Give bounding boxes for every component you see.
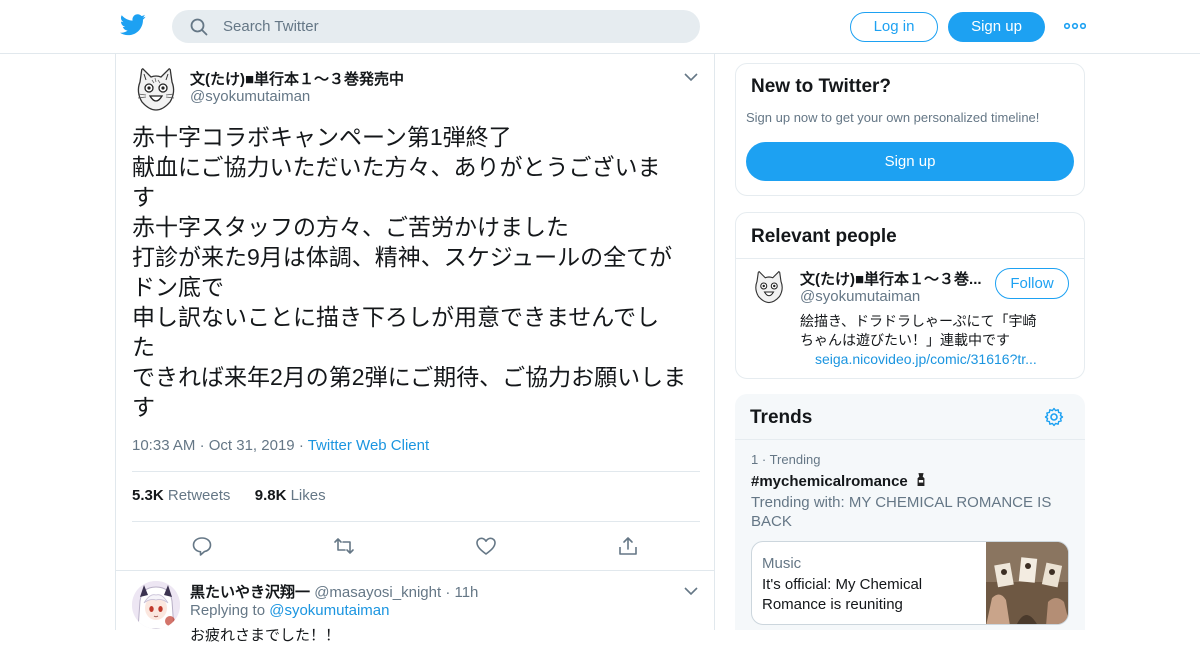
chevron-down-icon[interactable] xyxy=(684,72,698,82)
twitter-bird-logo-icon[interactable] xyxy=(120,14,146,36)
reply-header: 黒たいやき沢翔一 @masayosi_knight · 11h xyxy=(190,581,478,602)
news-category: Music xyxy=(762,555,802,572)
news-thumbnail-photo xyxy=(986,542,1068,624)
reply-avatar[interactable] xyxy=(132,581,180,629)
card-title: Relevant people xyxy=(751,226,897,247)
tweet-author-name[interactable]: 文(たけ)■単行本１～３巻発売中 xyxy=(190,68,404,89)
news-headline: It's official: My Chemical Romance is re… xyxy=(762,575,922,615)
divider xyxy=(132,521,700,522)
tweet-text-line: できれば来年2月の第2弾にご期待、ご協力お願いしま xyxy=(132,364,687,390)
meta-separator: · xyxy=(298,437,304,454)
headline-line: Romance is reuniting xyxy=(762,596,903,613)
trend-rank: 1 · Trending xyxy=(751,452,820,467)
tweet-text: 赤十字コラボキャンペーン第1弾終了 献血にご協力いただいた方々、ありがとうござい… xyxy=(132,122,702,422)
reply-icon[interactable] xyxy=(191,535,213,557)
tweet-time[interactable]: 10:33 AM xyxy=(132,437,195,454)
divider xyxy=(736,258,1084,259)
follow-button[interactable]: Follow xyxy=(995,268,1069,299)
trend-hashtag[interactable]: #mychemicalromance xyxy=(751,473,908,490)
retweet-label: Retweets xyxy=(167,487,231,504)
trending-with: Trending with: MY CHEMICAL ROMANCE IS BA… xyxy=(751,493,1051,531)
divider xyxy=(116,570,714,571)
tweet-text-line: 献血にご協力いただいた方々、ありがとうございま xyxy=(132,154,661,180)
hashtag-emoji-icon xyxy=(917,473,925,486)
cat-avatar-icon xyxy=(137,66,175,111)
tweet-column: 文(たけ)■単行本１～３巻発売中 @syokumutaiman 赤十字コラボキャ… xyxy=(115,54,715,644)
more-options-icon[interactable] xyxy=(1064,17,1086,35)
divider xyxy=(735,439,1085,440)
divider xyxy=(132,471,700,472)
like-label: Likes xyxy=(290,487,326,504)
retweet-stat[interactable]: 5.3K Retweets xyxy=(132,487,230,504)
tweet-client-link[interactable]: Twitter Web Client xyxy=(308,437,429,454)
bio-line: 絵描き、ドラドラしゃーぷにて「宇崎 xyxy=(800,313,1037,329)
card-subtitle: Sign up now to get your own personalized… xyxy=(746,110,1040,125)
signup-button[interactable]: Sign up xyxy=(948,12,1045,42)
search-icon xyxy=(190,18,208,36)
meta-separator: · xyxy=(761,452,767,467)
tweet-text-line: 打診が来た9月は体調、精神、スケジュールの全てが xyxy=(132,244,673,270)
search-box[interactable]: Search Twitter xyxy=(172,10,700,43)
trending-with-line: Trending with: MY CHEMICAL ROMANCE IS xyxy=(751,494,1052,511)
person-handle[interactable]: @syokumutaiman xyxy=(800,288,920,305)
like-count: 9.8K xyxy=(254,487,287,504)
replying-to-handle[interactable]: @syokumutaiman xyxy=(269,602,389,619)
anime-avatar-icon xyxy=(132,581,180,629)
reply-text: お疲れさまでした！！ xyxy=(190,627,341,644)
card-title: New to Twitter? xyxy=(751,76,892,97)
reply-author-handle[interactable]: @masayosi_knight xyxy=(314,584,441,601)
trend-rank-number: 1 xyxy=(751,452,759,467)
replying-to-label: Replying to xyxy=(190,602,266,619)
person-name[interactable]: 文(たけ)■単行本１～３巻... xyxy=(800,268,982,289)
tweet-text-line: す xyxy=(132,184,155,210)
card-title: Trends xyxy=(750,407,813,428)
meta-separator: · xyxy=(199,437,205,454)
tweet-text-line: す xyxy=(132,394,155,420)
reply-age[interactable]: 11h xyxy=(454,584,478,601)
sidebar-signup-button[interactable]: Sign up xyxy=(746,142,1074,181)
tweet-author-handle[interactable]: @syokumutaiman xyxy=(190,88,310,105)
like-heart-icon[interactable] xyxy=(475,535,497,557)
tweet-text-line: 赤十字コラボキャンペーン第1弾終了 xyxy=(132,124,512,150)
new-to-twitter-card: New to Twitter? Sign up now to get your … xyxy=(735,63,1085,196)
cat-avatar-icon xyxy=(755,269,783,304)
trends-card: Trends 1 · Trending #mychemicalromance T… xyxy=(735,394,1085,630)
avatar[interactable] xyxy=(751,268,787,304)
person-bio: 絵描き、ドラドラしゃーぷにて「宇崎 ちゃんは遊びたい！」連載中です seiga.… xyxy=(800,312,1037,369)
trend-news-card[interactable]: Music It's official: My Chemical Romance… xyxy=(751,541,1069,625)
share-icon[interactable] xyxy=(617,535,639,557)
headline-line: It's official: My Chemical xyxy=(762,576,923,593)
meta-separator: · xyxy=(445,584,451,601)
top-nav-bar: Search Twitter Log in Sign up xyxy=(0,0,1200,54)
tweet-text-line: た xyxy=(132,334,155,360)
settings-gear-icon[interactable] xyxy=(1044,407,1064,427)
retweet-icon[interactable] xyxy=(333,535,355,557)
tweet-timestamp: 10:33 AM · Oct 31, 2019 · Twitter Web Cl… xyxy=(132,437,429,454)
tweet-text-line: 赤十字スタッフの方々、ご苦労かけました xyxy=(132,214,569,240)
avatar[interactable] xyxy=(132,64,180,112)
replying-to: Replying to @syokumutaiman xyxy=(190,602,390,619)
reply-author-name[interactable]: 黒たいやき沢翔一 xyxy=(190,584,310,601)
tweet-stats: 5.3K Retweets 9.8K Likes xyxy=(132,487,326,504)
retweet-count: 5.3K xyxy=(132,487,164,504)
bio-link[interactable]: seiga.nicovideo.jp/comic/31616?tr... xyxy=(800,350,1037,369)
trend-hashtag-row[interactable]: #mychemicalromance xyxy=(751,472,927,490)
trending-with-line: BACK xyxy=(751,513,792,530)
tweet-text-line: 申し訳ないことに描き下ろしが用意できませんでし xyxy=(132,304,660,330)
like-stat[interactable]: 9.8K Likes xyxy=(255,487,326,504)
bio-line: ちゃんは遊びたい！」連載中です xyxy=(800,332,1010,348)
tweet-text-line: ドン底で xyxy=(132,274,224,300)
tweet-date[interactable]: Oct 31, 2019 xyxy=(209,437,295,454)
trend-rank-label: Trending xyxy=(769,452,821,467)
login-button[interactable]: Log in xyxy=(850,12,938,42)
chevron-down-icon[interactable] xyxy=(684,586,698,596)
search-input[interactable]: Search Twitter xyxy=(223,18,319,35)
relevant-people-card: Relevant people 文(たけ)■単行本１～３巻... @syokum… xyxy=(735,212,1085,379)
